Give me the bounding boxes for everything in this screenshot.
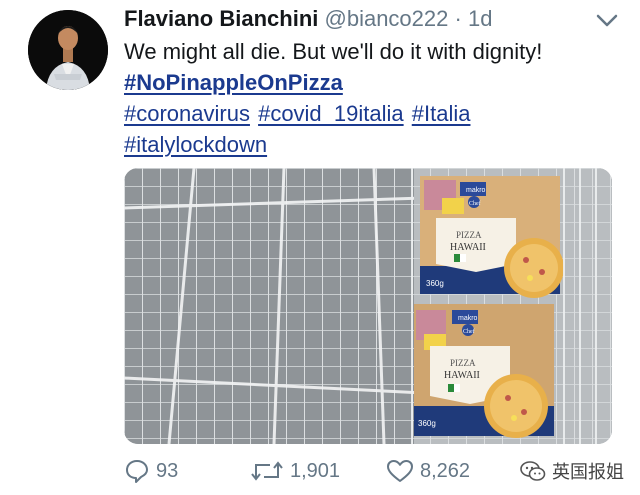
avatar-photo — [28, 10, 108, 90]
hashtag-line-2: #coronavirus #covid_19italia #Italia — [124, 98, 624, 129]
tweet-body: We might all die. But we'll do it with d… — [124, 36, 624, 160]
like-button[interactable]: 8,262 — [386, 456, 470, 486]
hashtag-link[interactable]: #covid_19italia — [258, 101, 404, 126]
tweet-header: Flaviano Bianchini @bianco222 · 1d — [124, 6, 492, 32]
retweet-icon — [251, 461, 283, 481]
tweet-action-bar: 93 1,901 8,262 英国报姐 — [124, 456, 624, 486]
watermark-text: 英国报姐 — [552, 462, 624, 482]
reply-count: 93 — [156, 459, 179, 482]
pizza-type-label: PIZZA — [456, 230, 482, 240]
author-name[interactable]: Flaviano Bianchini — [124, 6, 318, 31]
reply-button[interactable]: 93 — [124, 456, 178, 486]
pizza-type-label: PIZZA — [450, 358, 476, 368]
pizza-variety-label: HAWAII — [450, 242, 486, 253]
tweet-photo[interactable]: makro Chef PIZZA HAWAII 360g makro Chef — [124, 168, 612, 444]
empty-shelves-photo: makro Chef PIZZA HAWAII 360g makro Chef — [124, 168, 612, 444]
author-handle[interactable]: @bianco222 — [325, 6, 449, 31]
retweet-count: 1,901 — [290, 459, 341, 482]
tweet-text: We might all die. But we'll do it with d… — [124, 39, 543, 64]
hashtag-link[interactable]: #coronavirus — [124, 101, 250, 126]
like-count: 8,262 — [420, 459, 471, 482]
hashtag-link[interactable]: #Italia — [412, 101, 471, 126]
watermark: 英国报姐 — [520, 456, 624, 486]
sub-brand-label: Chef — [463, 328, 475, 335]
weight-label: 360g — [426, 279, 444, 288]
sub-brand-label: Chef — [469, 200, 481, 207]
heart-icon — [387, 460, 413, 482]
brand-label: makro — [466, 187, 486, 194]
tweet-timestamp[interactable]: 1d — [468, 6, 492, 31]
weight-label: 360g — [418, 419, 436, 428]
hashtag-link[interactable]: #NoPinappleOnPizza — [124, 70, 343, 95]
pizza-box-top: makro Chef PIZZA HAWAII 360g — [420, 176, 564, 298]
avatar[interactable] — [28, 10, 108, 90]
pizza-box-bottom: makro Chef PIZZA HAWAII 360g — [414, 304, 554, 438]
hashtag-link[interactable]: #italylockdown — [124, 132, 267, 157]
wechat-icon — [520, 461, 546, 481]
separator-dot: · — [454, 6, 462, 31]
reply-icon — [126, 460, 148, 483]
hashtag-line-3: #italylockdown — [124, 129, 624, 160]
hashtag-line-1: #NoPinappleOnPizza — [124, 67, 624, 98]
brand-label: makro — [458, 315, 478, 322]
pizza-variety-label: HAWAII — [444, 370, 480, 381]
chevron-down-icon[interactable] — [594, 12, 620, 30]
retweet-button[interactable]: 1,901 — [250, 456, 340, 486]
